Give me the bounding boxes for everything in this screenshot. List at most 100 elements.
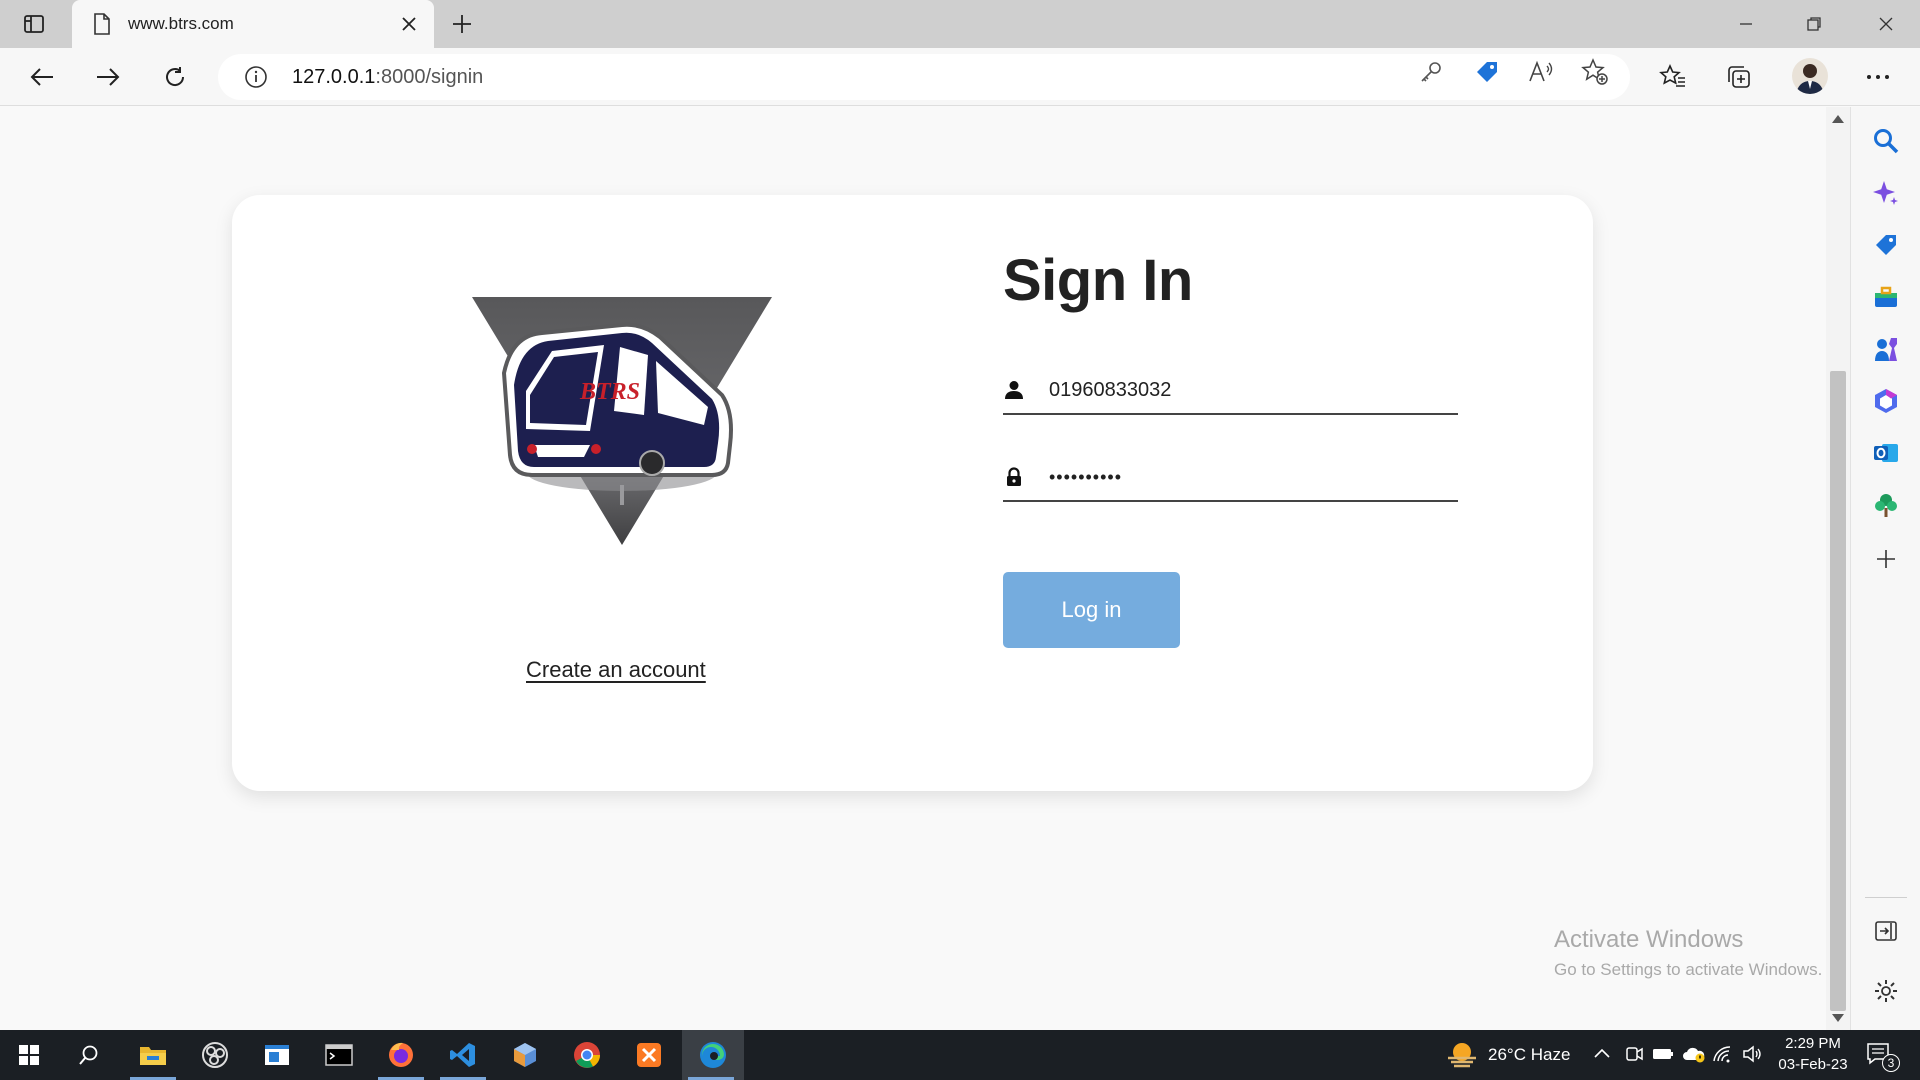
taskbar-xampp[interactable] bbox=[620, 1030, 678, 1080]
sidebar-tree-button[interactable] bbox=[1868, 487, 1904, 523]
username-field bbox=[1003, 367, 1458, 415]
chevron-up-icon bbox=[1594, 1048, 1610, 1058]
tree-icon bbox=[1875, 494, 1897, 517]
page-scrollbar[interactable] bbox=[1826, 107, 1850, 1030]
refresh-icon bbox=[166, 67, 185, 86]
taskbar-clock[interactable]: 2:29 PM 03-Feb-23 bbox=[1774, 1033, 1852, 1075]
clock-date: 03-Feb-23 bbox=[1778, 1056, 1848, 1073]
add-favorite-button[interactable] bbox=[1580, 57, 1610, 87]
edge-icon bbox=[700, 1042, 726, 1068]
weather-text[interactable]: 26°C Haze bbox=[1488, 1045, 1570, 1065]
url-path: :8000/signin bbox=[375, 65, 484, 88]
sidebar-add-button[interactable] bbox=[1868, 541, 1904, 577]
sidebar-search-button[interactable] bbox=[1868, 123, 1904, 159]
favorites-button[interactable] bbox=[1653, 58, 1693, 96]
sidebar-settings-button[interactable] bbox=[1868, 973, 1904, 1009]
browser-tab[interactable]: www.btrs.com bbox=[72, 0, 434, 48]
volume-icon[interactable] bbox=[1742, 1044, 1762, 1069]
password-key-button[interactable] bbox=[1416, 57, 1446, 87]
weather-icon[interactable] bbox=[1446, 1040, 1478, 1073]
taskbar-search-button[interactable] bbox=[60, 1030, 118, 1080]
shopping-tag-button[interactable] bbox=[1472, 57, 1502, 87]
taskbar-vscode[interactable] bbox=[434, 1030, 492, 1080]
key-icon bbox=[1421, 62, 1441, 82]
user-icon bbox=[1003, 379, 1025, 401]
collections-button[interactable] bbox=[1719, 58, 1759, 96]
minimize-button[interactable] bbox=[1712, 0, 1780, 48]
folder-icon bbox=[140, 1047, 166, 1065]
taskbar-app-window[interactable] bbox=[248, 1030, 306, 1080]
taskbar-terminal[interactable] bbox=[310, 1030, 368, 1080]
window-close-button[interactable] bbox=[1852, 0, 1920, 48]
arrow-right-icon bbox=[97, 68, 120, 86]
taskbar-obs-studio[interactable] bbox=[186, 1030, 244, 1080]
tray-overflow-chevron[interactable] bbox=[1592, 1044, 1612, 1069]
notification-count-badge: 3 bbox=[1882, 1054, 1900, 1072]
xampp-icon bbox=[637, 1043, 661, 1067]
star-add-icon bbox=[1581, 58, 1608, 85]
tab-actions-button[interactable] bbox=[16, 9, 52, 39]
page-title: Sign In bbox=[1003, 248, 1193, 313]
tab-title: www.btrs.com bbox=[128, 14, 234, 33]
windows-logo-icon bbox=[19, 1045, 39, 1065]
url-host: 127.0.0.1 bbox=[292, 65, 376, 88]
page-icon bbox=[90, 12, 114, 36]
battery-icon[interactable] bbox=[1652, 1044, 1674, 1069]
games-icon bbox=[1875, 338, 1897, 361]
firefox-icon bbox=[389, 1042, 413, 1067]
sidebar-tools-button[interactable] bbox=[1868, 279, 1904, 315]
minimize-icon bbox=[1740, 23, 1752, 25]
restore-button[interactable] bbox=[1780, 0, 1848, 48]
sidebar-shopping-button[interactable] bbox=[1868, 227, 1904, 263]
scroll-down-arrow[interactable] bbox=[1832, 1014, 1844, 1022]
windows-taskbar: 26°C Haze 2:29 PM 03-Feb-23 3 bbox=[0, 1030, 1920, 1080]
taskbar-chrome[interactable] bbox=[558, 1030, 616, 1080]
start-button[interactable] bbox=[0, 1030, 58, 1080]
taskbar-virtualbox[interactable] bbox=[496, 1030, 554, 1080]
new-tab-button[interactable] bbox=[446, 9, 478, 39]
gear-icon bbox=[1875, 980, 1897, 1002]
terminal-icon bbox=[325, 1044, 353, 1066]
site-info-icon[interactable] bbox=[244, 65, 268, 89]
taskbar-edge[interactable] bbox=[682, 1030, 744, 1080]
read-aloud-button[interactable] bbox=[1526, 57, 1556, 87]
settings-more-button[interactable] bbox=[1858, 58, 1898, 96]
sidebar-office-button[interactable] bbox=[1868, 383, 1904, 419]
forward-button[interactable] bbox=[88, 58, 128, 96]
scroll-up-arrow[interactable] bbox=[1832, 115, 1844, 123]
sidebar-hide-button[interactable] bbox=[1868, 913, 1904, 949]
refresh-button[interactable] bbox=[155, 58, 195, 96]
create-account-link[interactable]: Create an account bbox=[526, 657, 706, 683]
wifi-icon[interactable] bbox=[1712, 1044, 1732, 1069]
avatar-icon bbox=[1796, 64, 1824, 94]
taskbar-firefox[interactable] bbox=[372, 1030, 430, 1080]
activate-windows-watermark: Activate Windows Go to Settings to activ… bbox=[1554, 926, 1822, 980]
url-text: 127.0.0.1:8000/signin bbox=[292, 66, 483, 89]
close-icon bbox=[1879, 17, 1893, 31]
sparkle-icon bbox=[1873, 181, 1898, 205]
scrollbar-thumb[interactable] bbox=[1830, 371, 1846, 1011]
login-button[interactable]: Log in bbox=[1003, 572, 1180, 648]
sidebar-games-button[interactable] bbox=[1868, 331, 1904, 367]
tab-close-button[interactable] bbox=[394, 9, 424, 39]
search-icon bbox=[79, 1045, 98, 1065]
app-window-icon bbox=[265, 1045, 289, 1065]
back-button[interactable] bbox=[22, 58, 62, 96]
password-input[interactable] bbox=[1049, 466, 1449, 488]
page-viewport: BTRS Create an account Sign In Log in Ac… bbox=[0, 107, 1850, 1030]
tag-icon bbox=[1477, 62, 1497, 82]
logo-text: BTRS bbox=[579, 379, 640, 405]
favorites-icon bbox=[1659, 64, 1685, 87]
sidebar-outlook-button[interactable] bbox=[1868, 435, 1904, 471]
read-aloud-icon bbox=[1529, 60, 1553, 82]
notification-center-button[interactable]: 3 bbox=[1866, 1042, 1900, 1072]
sidebar-discover-button[interactable] bbox=[1868, 175, 1904, 211]
toolbox-icon bbox=[1875, 286, 1897, 307]
outlook-icon bbox=[1874, 444, 1898, 462]
taskbar-file-explorer[interactable] bbox=[124, 1030, 182, 1080]
onedrive-icon[interactable] bbox=[1682, 1044, 1706, 1069]
username-input[interactable] bbox=[1049, 378, 1449, 402]
tab-strip: www.btrs.com bbox=[0, 0, 1920, 48]
profile-avatar[interactable] bbox=[1792, 58, 1828, 94]
meet-now-icon[interactable] bbox=[1624, 1044, 1644, 1069]
